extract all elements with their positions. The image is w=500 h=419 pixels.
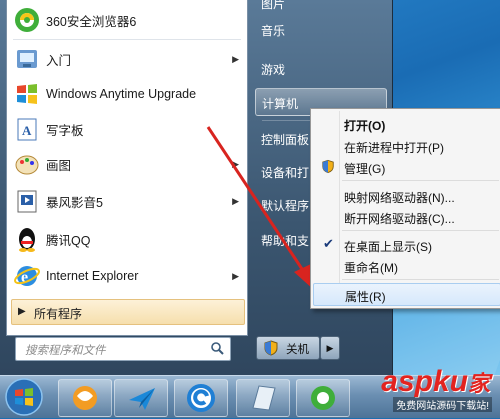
menu-item-label: 在新进程中打开(P) (344, 141, 444, 155)
menu-item-label: 断开网络驱动器(C)... (344, 212, 455, 226)
notepad-icon (252, 385, 276, 411)
menu-item-label: 映射网络驱动器(N)... (344, 191, 455, 205)
taskbar-app-notepad[interactable] (236, 379, 290, 417)
checkmark-icon: ✔ (323, 236, 334, 251)
uc-browser-icon (73, 386, 97, 410)
menu-separator (342, 180, 499, 181)
menu-separator (342, 279, 499, 280)
menu-item-label: 属性(R) (345, 290, 386, 304)
menu-item-label: 管理(G) (344, 162, 386, 176)
menu-item-label: 重命名(M) (344, 261, 398, 275)
menu-separator (342, 230, 499, 231)
menu-item-open-new-process[interactable]: 在新进程中打开(P) (313, 135, 499, 156)
menu-item-label: 打开(O) (344, 119, 386, 133)
menu-item-disconnect-network-drive[interactable]: 断开网络驱动器(C)... (313, 206, 499, 227)
menu-item-show-on-desktop[interactable]: ✔ 在桌面上显示(S) (313, 234, 499, 255)
watermark-subtitle: 免费网站源码下载站! (393, 397, 492, 412)
taskbar-app-uc-browser[interactable] (58, 379, 112, 417)
menu-item-map-network-drive[interactable]: 映射网络驱动器(N)... (313, 185, 499, 206)
menu-item-open[interactable]: 打开(O) (313, 113, 499, 134)
taskbar-app-browser-e[interactable] (174, 379, 228, 417)
taskbar-app-messenger[interactable] (114, 379, 168, 417)
watermark-brand: aspku家 (381, 365, 490, 399)
paper-plane-icon (129, 388, 155, 410)
site-watermark: aspku家 免费网站源码下载站! (324, 365, 496, 412)
menu-item-properties[interactable]: 属性(R) (313, 283, 500, 306)
browser-e-icon (187, 384, 215, 412)
start-orb-icon[interactable] (4, 377, 44, 417)
context-menu: 打开(O) 在新进程中打开(P) 管理(G) 映射网络驱动器(N)... 断开网… (310, 108, 500, 309)
menu-item-label: 在桌面上显示(S) (344, 240, 432, 254)
watermark-brand-text: aspku (381, 365, 468, 398)
uac-shield-icon (322, 159, 334, 174)
menu-item-manage[interactable]: 管理(G) (313, 156, 499, 177)
watermark-brand-suffix: 家 (467, 371, 490, 396)
menu-item-rename[interactable]: 重命名(M) (313, 255, 499, 276)
